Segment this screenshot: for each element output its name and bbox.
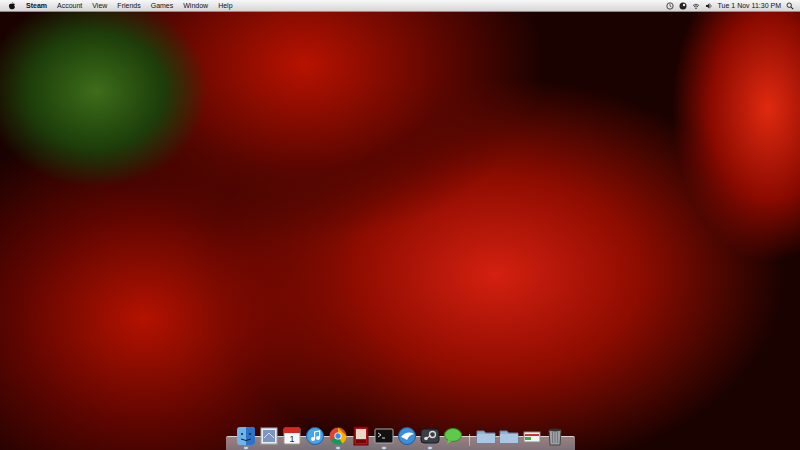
menu-item[interactable]: Friends — [117, 0, 140, 11]
steam-status-icon[interactable] — [679, 2, 687, 10]
apple-icon[interactable] — [8, 2, 16, 10]
calendar-icon[interactable]: 1 — [282, 426, 302, 446]
running-indicator — [382, 447, 386, 449]
running-indicator — [428, 447, 432, 449]
volume-icon[interactable] — [705, 2, 713, 10]
dock-separator — [469, 434, 470, 446]
mail-icon[interactable] — [259, 426, 279, 446]
menu-bar: Steam Account View Friends Games Window Help Tu… — [0, 0, 800, 12]
menu-item[interactable]: Help — [218, 0, 232, 11]
running-indicator — [290, 447, 294, 449]
running-indicator — [451, 447, 455, 449]
chrome-icon[interactable] — [328, 426, 348, 446]
dock-item[interactable] — [443, 426, 463, 449]
running-indicator — [507, 447, 511, 449]
applications-icon[interactable] — [476, 426, 496, 446]
menu-item[interactable]: Games — [151, 0, 174, 11]
steam-icon[interactable] — [420, 426, 440, 446]
dock-item[interactable] — [545, 426, 565, 449]
spotlight-search-icon[interactable] — [786, 2, 794, 10]
running-indicator — [484, 447, 488, 449]
clock[interactable]: Tue 1 Nov 11:30 PM — [718, 0, 781, 11]
finder-icon[interactable] — [236, 426, 256, 446]
trash-icon[interactable] — [545, 426, 565, 446]
documents-icon[interactable] — [499, 426, 519, 446]
running-indicator — [313, 447, 317, 449]
dock-item[interactable] — [305, 426, 325, 449]
dock-item[interactable] — [236, 426, 256, 449]
photobooth-icon[interactable] — [351, 426, 371, 446]
dock-item[interactable] — [499, 426, 519, 449]
running-indicator — [359, 447, 363, 449]
terminal-icon[interactable] — [374, 426, 394, 446]
itunes-icon[interactable] — [305, 426, 325, 446]
dock-item[interactable] — [476, 426, 496, 449]
dock-item[interactable] — [351, 426, 371, 449]
desktop-screen: Steam Account View Friends Games Window Help Tu… — [0, 0, 800, 450]
dock-item[interactable] — [328, 426, 348, 449]
wallpaper: 1 — [0, 12, 800, 450]
running-indicator — [530, 447, 534, 449]
menu-item[interactable]: Account — [57, 0, 82, 11]
running-indicator — [267, 447, 271, 449]
time-machine-icon[interactable] — [666, 2, 674, 10]
dock-item[interactable]: 1 — [282, 426, 302, 449]
stack-icon[interactable] — [522, 426, 542, 446]
menu-left: Steam Account View Friends Games Window Help — [8, 0, 233, 11]
menu-item[interactable]: View — [92, 0, 107, 11]
menu-extras: Tue 1 Nov 11:30 PM — [666, 0, 794, 11]
running-indicator — [405, 447, 409, 449]
wifi-icon[interactable] — [692, 2, 700, 10]
menu-item[interactable]: Window — [183, 0, 208, 11]
dock: 1 — [226, 426, 575, 450]
app-menu[interactable]: Steam — [26, 0, 47, 11]
messages-icon[interactable] — [443, 426, 463, 446]
dock-item[interactable] — [420, 426, 440, 449]
dock-item[interactable] — [259, 426, 279, 449]
svg-text:1: 1 — [289, 434, 294, 444]
bird-icon[interactable] — [397, 426, 417, 446]
running-indicator — [244, 447, 248, 449]
dock-item[interactable] — [374, 426, 394, 449]
dock-item[interactable] — [522, 426, 542, 449]
running-indicator — [336, 447, 340, 449]
dock-item[interactable] — [397, 426, 417, 449]
running-indicator — [553, 447, 557, 449]
